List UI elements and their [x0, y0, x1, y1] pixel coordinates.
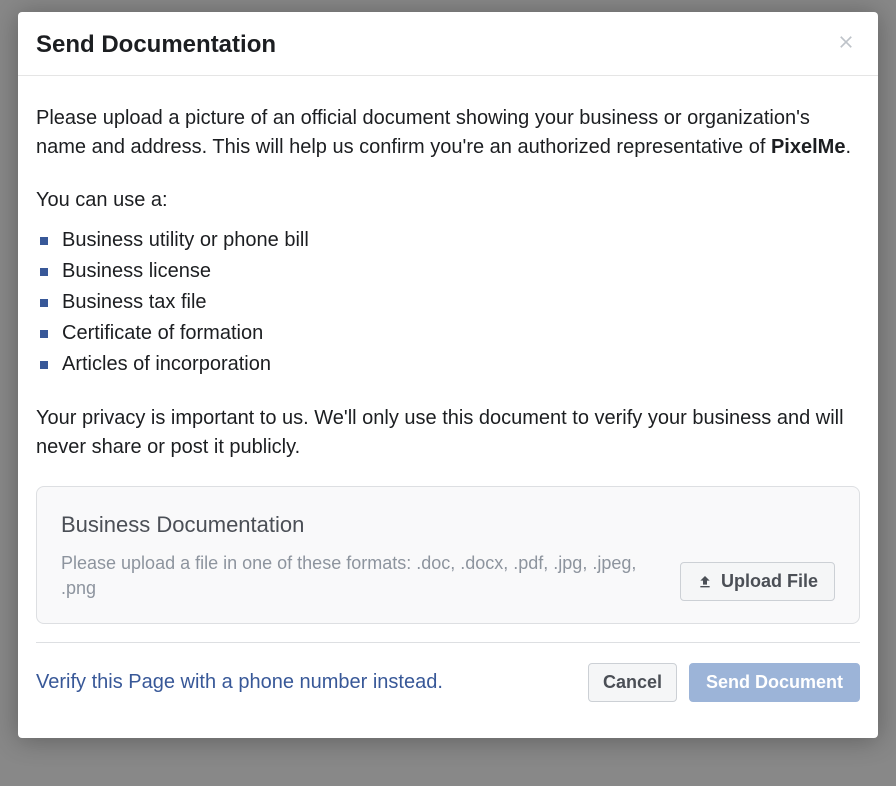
list-item: Articles of incorporation: [36, 349, 860, 380]
upload-card: Business Documentation Please upload a f…: [36, 486, 860, 624]
footer-actions: Cancel Send Document: [588, 663, 860, 702]
bullet-icon: [40, 237, 48, 245]
bullet-icon: [40, 361, 48, 369]
list-item-label: Certificate of formation: [62, 319, 263, 348]
upload-card-inner: Business Documentation Please upload a f…: [61, 509, 835, 601]
upload-title: Business Documentation: [61, 509, 660, 541]
privacy-text: Your privacy is important to us. We'll o…: [36, 404, 860, 462]
list-item-label: Articles of incorporation: [62, 350, 271, 379]
upload-left: Business Documentation Please upload a f…: [61, 509, 660, 601]
verify-phone-link[interactable]: Verify this Page with a phone number ins…: [36, 668, 443, 697]
intro-bold: PixelMe: [771, 136, 845, 158]
intro-suffix: .: [845, 136, 851, 158]
modal-footer: Verify this Page with a phone number ins…: [36, 643, 860, 720]
send-document-button[interactable]: Send Document: [689, 663, 860, 702]
list-item: Business utility or phone bill: [36, 225, 860, 256]
bullet-icon: [40, 299, 48, 307]
uses-line: You can use a:: [36, 186, 860, 215]
upload-file-button[interactable]: Upload File: [680, 562, 835, 601]
bullet-icon: [40, 268, 48, 276]
accepted-documents-list: Business utility or phone bill Business …: [36, 225, 860, 380]
intro-prefix: Please upload a picture of an official d…: [36, 107, 810, 158]
upload-button-label: Upload File: [721, 571, 818, 592]
modal-body: Please upload a picture of an official d…: [18, 76, 878, 738]
upload-desc: Please upload a file in one of these for…: [61, 551, 660, 601]
list-item-label: Business tax file: [62, 288, 207, 317]
list-item-label: Business license: [62, 257, 211, 286]
modal-title: Send Documentation: [36, 31, 276, 59]
list-item: Certificate of formation: [36, 318, 860, 349]
intro-text: Please upload a picture of an official d…: [36, 104, 860, 162]
modal-header: Send Documentation: [18, 12, 878, 76]
list-item: Business tax file: [36, 287, 860, 318]
close-icon: [836, 32, 856, 52]
upload-icon: [697, 574, 713, 590]
bullet-icon: [40, 330, 48, 338]
send-documentation-modal: Send Documentation Please upload a pictu…: [18, 12, 878, 738]
close-button[interactable]: [832, 28, 860, 61]
cancel-button[interactable]: Cancel: [588, 663, 677, 702]
list-item: Business license: [36, 256, 860, 287]
list-item-label: Business utility or phone bill: [62, 226, 309, 255]
